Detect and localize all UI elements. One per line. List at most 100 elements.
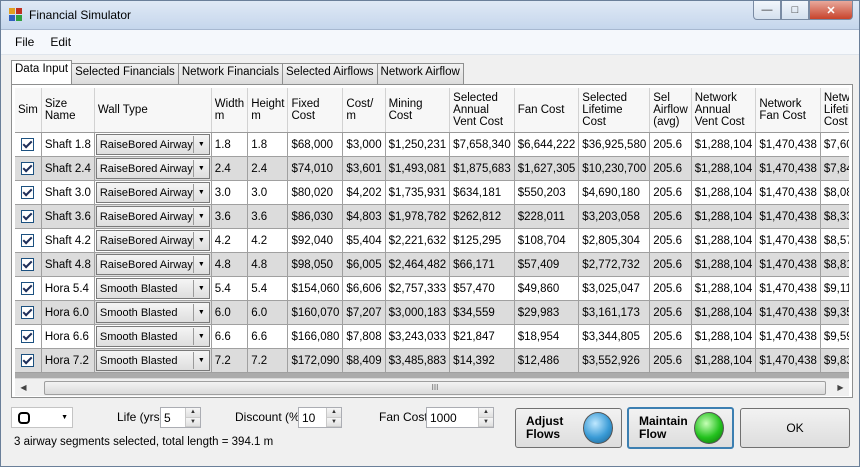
wall-type-dropdown[interactable]: Smooth Blasted ▼: [95, 302, 210, 323]
table-cell[interactable]: $57,470: [449, 276, 515, 301]
column-header[interactable]: Network Fan Cost: [755, 88, 821, 133]
chevron-down-icon[interactable]: ▼: [192, 256, 209, 273]
table-cell[interactable]: $154,060: [287, 276, 344, 301]
table-cell[interactable]: $1,250,231: [385, 132, 451, 157]
table-cell[interactable]: 7.2: [211, 348, 249, 373]
life-spinner[interactable]: 5 ▲ ▼: [160, 407, 201, 428]
table-cell[interactable]: $1,470,438: [755, 348, 821, 373]
table-cell[interactable]: $7,207: [342, 300, 386, 325]
table-cell[interactable]: 5.4: [247, 276, 289, 301]
table-cell[interactable]: Hora 6.6: [41, 324, 95, 349]
table-cell[interactable]: $1,735,931: [385, 180, 451, 205]
table-cell[interactable]: $1,470,438: [755, 252, 821, 277]
table-cell[interactable]: 6.6: [247, 324, 289, 349]
table-cell[interactable]: 205.6: [649, 252, 692, 277]
table-cell[interactable]: $125,295: [449, 228, 515, 253]
tab-network-airflow[interactable]: Network Airflow: [376, 63, 464, 84]
table-cell[interactable]: $1,288,104: [691, 180, 757, 205]
table-cell[interactable]: 3.6: [247, 204, 289, 229]
table-cell[interactable]: $6,644,222: [514, 132, 580, 157]
table-cell[interactable]: Shaft 3.6: [41, 204, 95, 229]
table-cell[interactable]: $18,954: [514, 324, 580, 349]
table-cell[interactable]: $9,11: [820, 276, 849, 301]
table-cell[interactable]: $98,050: [287, 252, 344, 277]
minimize-button[interactable]: —: [753, 1, 781, 20]
table-cell[interactable]: 205.6: [649, 300, 692, 325]
table-cell[interactable]: 205.6: [649, 180, 692, 205]
table-cell[interactable]: 4.8: [211, 252, 249, 277]
table-cell[interactable]: $2,221,632: [385, 228, 451, 253]
column-header[interactable]: Mining Cost: [385, 88, 451, 133]
sim-checkbox[interactable]: [21, 282, 35, 295]
table-cell[interactable]: 1.8: [211, 132, 249, 157]
sim-checkbox[interactable]: [21, 306, 35, 319]
tab-selected-financials[interactable]: Selected Financials: [71, 63, 179, 84]
chevron-down-icon[interactable]: ▼: [192, 208, 209, 225]
table-row[interactable]: Hora 5.4 Smooth Blasted ▼ 5.4 5.4 $154,060 $6,…: [15, 276, 849, 301]
table-cell[interactable]: 5.4: [211, 276, 249, 301]
column-header[interactable]: Selected Lifetime Cost: [578, 88, 651, 133]
table-cell[interactable]: Hora 5.4: [41, 276, 95, 301]
ok-button[interactable]: OK: [740, 408, 850, 448]
table-cell[interactable]: 2.4: [211, 156, 249, 181]
table-row[interactable]: Shaft 3.6 RaiseBored Airway ▼ 3.6 3.6 $86,030…: [15, 204, 849, 229]
table-cell[interactable]: $3,000,183: [385, 300, 451, 325]
table-cell[interactable]: $66,171: [449, 252, 515, 277]
chevron-down-icon[interactable]: ▼: [192, 280, 209, 297]
chevron-down-icon[interactable]: ▼: [192, 184, 209, 201]
table-row[interactable]: Shaft 1.8 RaiseBored Airway ▼ 1.8 1.8 $68,000…: [15, 132, 849, 157]
table-cell[interactable]: $1,470,438: [755, 324, 821, 349]
table-cell[interactable]: 6.6: [211, 324, 249, 349]
table-cell[interactable]: $74,010: [287, 156, 344, 181]
column-header[interactable]: Height m: [247, 88, 289, 133]
sim-checkbox[interactable]: [21, 330, 35, 343]
menu-file[interactable]: File: [15, 35, 34, 49]
chevron-down-icon[interactable]: ▼: [192, 136, 209, 153]
spin-up-icon[interactable]: ▲: [479, 408, 493, 418]
column-header[interactable]: Selected Annual Vent Cost: [449, 88, 515, 133]
scroll-left-icon[interactable]: ◀: [15, 383, 32, 392]
table-cell[interactable]: 4.2: [211, 228, 249, 253]
table-cell[interactable]: $3,552,926: [578, 348, 651, 373]
wall-type-dropdown[interactable]: RaiseBored Airway ▼: [95, 134, 210, 155]
tab-selected-airflows[interactable]: Selected Airflows: [281, 63, 378, 84]
table-cell[interactable]: $14,392: [449, 348, 515, 373]
wall-type-dropdown[interactable]: Smooth Blasted ▼: [95, 326, 210, 347]
fan-cost-value[interactable]: 1000: [427, 411, 478, 425]
horizontal-scrollbar[interactable]: ◀ III ▶: [15, 378, 849, 396]
table-cell[interactable]: $8,08: [820, 180, 849, 205]
table-cell[interactable]: $1,288,104: [691, 300, 757, 325]
sim-checkbox[interactable]: [21, 138, 35, 151]
table-cell[interactable]: $166,080: [287, 324, 344, 349]
table-cell[interactable]: $9,59: [820, 324, 849, 349]
table-row[interactable]: Hora 6.6 Smooth Blasted ▼ 6.6 6.6 $166,080 $7,…: [15, 324, 849, 349]
table-cell[interactable]: $1,978,782: [385, 204, 451, 229]
table-cell[interactable]: $1,470,438: [755, 180, 821, 205]
shape-dropdown[interactable]: ▼: [11, 407, 73, 428]
maximize-button[interactable]: □: [781, 1, 809, 20]
wall-type-dropdown[interactable]: RaiseBored Airway ▼: [95, 206, 210, 227]
column-header[interactable]: Size Name: [41, 88, 95, 133]
column-header[interactable]: Fan Cost: [514, 88, 580, 133]
table-cell[interactable]: $1,288,104: [691, 348, 757, 373]
table-cell[interactable]: 205.6: [649, 324, 692, 349]
table-cell[interactable]: $9,35: [820, 300, 849, 325]
table-cell[interactable]: $3,203,058: [578, 204, 651, 229]
table-cell[interactable]: $1,288,104: [691, 132, 757, 157]
sim-checkbox[interactable]: [21, 354, 35, 367]
table-cell[interactable]: $1,288,104: [691, 156, 757, 181]
table-cell[interactable]: $3,000: [342, 132, 386, 157]
table-cell[interactable]: $1,288,104: [691, 324, 757, 349]
table-row[interactable]: Shaft 4.8 RaiseBored Airway ▼ 4.8 4.8 $98,050…: [15, 252, 849, 277]
table-cell[interactable]: $6,005: [342, 252, 386, 277]
table-cell[interactable]: 205.6: [649, 276, 692, 301]
menu-edit[interactable]: Edit: [50, 35, 71, 49]
chevron-down-icon[interactable]: ▼: [192, 352, 209, 369]
table-row[interactable]: Hora 6.0 Smooth Blasted ▼ 6.0 6.0 $160,070 $7,…: [15, 300, 849, 325]
column-header[interactable]: Sim: [15, 88, 42, 133]
scroll-right-icon[interactable]: ▶: [832, 383, 849, 392]
table-cell[interactable]: $1,470,438: [755, 300, 821, 325]
table-cell[interactable]: $7,808: [342, 324, 386, 349]
chevron-down-icon[interactable]: ▼: [192, 160, 209, 177]
column-header[interactable]: Cost/ m: [342, 88, 386, 133]
